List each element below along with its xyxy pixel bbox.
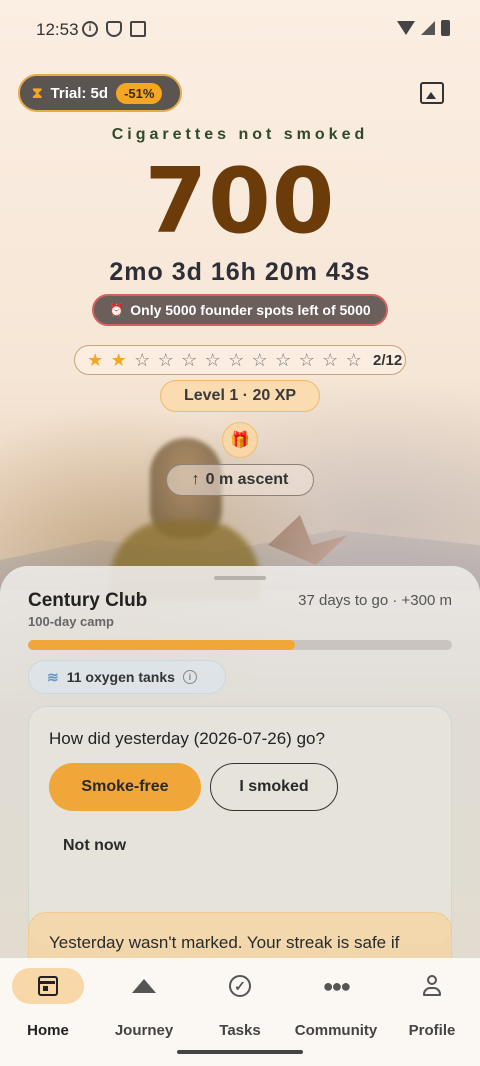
info-icon[interactable]: i — [182, 670, 197, 684]
i-smoked-button[interactable]: I smoked — [210, 763, 338, 811]
gesture-bar[interactable] — [177, 1050, 303, 1054]
status-time: 12:53 — [36, 20, 79, 39]
oxygen-tanks-chip[interactable]: ≋ 11 oxygen tanks i — [28, 660, 226, 694]
not-now-button[interactable]: Not now — [63, 837, 126, 855]
stars-row: ★ ★ ☆ ☆ ☆ ☆ ☆ ☆ ☆ ☆ ☆ ☆ — [85, 350, 364, 371]
star-icon: ☆ — [181, 349, 198, 370]
bottom-sheet: Century Club 37 days to go · +300 m 100-… — [0, 566, 480, 982]
system-icons — [397, 20, 450, 36]
wifi-icon — [397, 21, 415, 35]
nav-profile[interactable]: Profile — [384, 968, 480, 1039]
signal-icon — [421, 21, 435, 35]
checkin-card: How did yesterday (2026-07-26) go? Smoke… — [28, 706, 452, 946]
nav-tasks[interactable]: ✓ Tasks — [192, 968, 288, 1039]
star-icon: ☆ — [251, 349, 268, 370]
nav-tasks-label: Tasks — [219, 1022, 261, 1039]
nav-community-label: Community — [294, 1022, 378, 1039]
nav-home[interactable]: Home — [0, 968, 96, 1039]
trial-badge[interactable]: ⧗ Trial: 5d -51% — [18, 74, 182, 112]
alarm-icon: ⏰ — [109, 303, 125, 317]
wind-icon: ≋ — [47, 668, 59, 685]
smoke-free-button[interactable]: Smoke-free — [49, 763, 201, 811]
star-icon: ☆ — [134, 349, 151, 370]
star-icon: ☆ — [345, 349, 362, 370]
mountain-icon — [132, 979, 156, 993]
star-icon: ☆ — [298, 349, 315, 370]
stars-count: 2/12 — [373, 351, 403, 369]
counter-label: Cigarettes not smoked — [111, 126, 369, 143]
star-rating[interactable]: ★ ★ ☆ ☆ ☆ ☆ ☆ ☆ ☆ ☆ ☆ ☆ 2/12 — [74, 345, 406, 375]
ascent-text: 0 m ascent — [205, 471, 289, 488]
nav-profile-label: Profile — [408, 1022, 456, 1039]
hourglass-icon: ⧗ — [32, 84, 43, 102]
status-icons: i — [82, 21, 146, 37]
status-bar: 12:53 i — [0, 0, 480, 60]
trial-label: Trial: 5d — [50, 84, 109, 102]
star-icon: ☆ — [275, 349, 292, 370]
battery-icon — [441, 20, 450, 36]
calendar-icon — [38, 976, 58, 996]
nav-community[interactable]: ●●● Community — [288, 968, 384, 1040]
arrow-up-icon: ↑ — [191, 471, 200, 488]
gift-icon[interactable]: 🎁 — [222, 422, 258, 458]
notice-text: Yesterday wasn't marked. Your streak is … — [49, 933, 400, 952]
nav-home-label: Home — [27, 1022, 69, 1039]
sheet-drag-handle[interactable] — [214, 576, 266, 580]
nav-home-indicator — [12, 968, 84, 1004]
ascent-badge[interactable]: ↑ 0 m ascent — [166, 464, 314, 496]
star-icon: ☆ — [228, 349, 245, 370]
founder-spots-banner[interactable]: ⏰ Only 5000 founder spots left of 5000 — [92, 294, 388, 326]
person-icon — [422, 975, 442, 997]
founder-text: Only 5000 founder spots left of 5000 — [130, 302, 371, 318]
checkin-question: How did yesterday (2026-07-26) go? — [49, 729, 325, 748]
change-background-icon[interactable] — [420, 82, 444, 104]
oxygen-text: 11 oxygen tanks — [66, 669, 175, 685]
star-icon: ★ — [87, 349, 104, 370]
nav-journey-label: Journey — [114, 1022, 174, 1039]
cigarettes-counter: 700 — [144, 149, 336, 254]
check-circle-icon: ✓ — [229, 975, 251, 997]
goal-progress-fill — [28, 640, 296, 650]
goal-progress-bar — [28, 640, 452, 650]
star-icon: ☆ — [204, 349, 221, 370]
goal-meta: 37 days to go · +300 m — [298, 592, 452, 609]
elapsed-timer: 2mo 3d 16h 20m 43s — [109, 258, 371, 286]
goal-title: Century Club — [28, 590, 148, 611]
discount-badge: -51% — [116, 82, 163, 104]
star-icon: ☆ — [322, 349, 339, 370]
goal-subtitle: 100-day camp — [28, 614, 114, 629]
shield-icon — [106, 21, 122, 37]
nav-journey[interactable]: Journey — [96, 968, 192, 1039]
star-icon: ☆ — [157, 349, 174, 370]
info-icon: i — [82, 21, 98, 37]
level-badge[interactable]: Level 1 · 20 XP — [160, 380, 320, 412]
screenshot-icon — [130, 21, 146, 37]
people-icon: ●●● — [322, 975, 352, 996]
star-icon: ★ — [110, 349, 127, 370]
